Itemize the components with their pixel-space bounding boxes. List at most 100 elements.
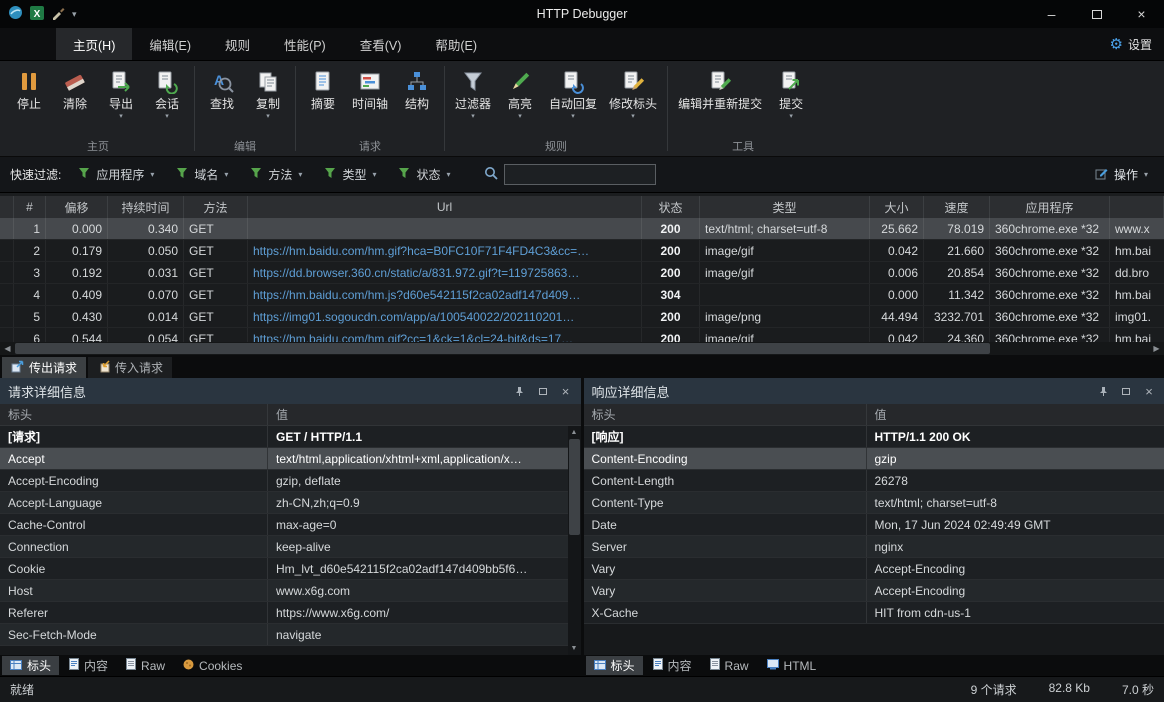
structure-button[interactable]: 结构 xyxy=(394,63,440,138)
edit-resubmit-button[interactable]: 编辑并重新提交 xyxy=(672,63,768,138)
tab-incoming-requests[interactable]: 传入请求 xyxy=(88,357,172,378)
brush-icon[interactable] xyxy=(51,6,65,23)
pin-icon[interactable] xyxy=(513,384,527,398)
column-size[interactable]: 大小 xyxy=(870,196,924,218)
close-icon[interactable]: × xyxy=(559,384,573,398)
app-logo-icon[interactable] xyxy=(8,5,23,23)
column-application[interactable]: 应用程序 xyxy=(990,196,1110,218)
scrollbar-thumb[interactable] xyxy=(15,343,990,354)
menu-tab[interactable]: 规则 xyxy=(208,28,267,60)
pin-icon[interactable] xyxy=(1096,384,1110,398)
column-speed[interactable]: 速度 xyxy=(924,196,990,218)
qat-dropdown-icon[interactable]: ▾ xyxy=(72,9,77,20)
header-row[interactable]: Content-Type text/html; charset=utf-8 xyxy=(584,492,1164,514)
header-row[interactable]: Vary Accept-Encoding xyxy=(584,558,1164,580)
menu-tab[interactable]: 查看(V) xyxy=(343,28,419,60)
restore-icon[interactable] xyxy=(536,384,550,398)
column-offset[interactable]: 偏移 xyxy=(46,196,108,218)
close-button[interactable]: × xyxy=(1119,0,1164,28)
stop-button[interactable]: 停止 xyxy=(6,63,52,138)
header-row[interactable]: Sec-Fetch-Mode navigate xyxy=(0,624,568,646)
column-duration[interactable]: 持续时间 xyxy=(108,196,184,218)
autoreply-button[interactable]: 自动回复 ▾ xyxy=(543,63,603,138)
header-row[interactable]: Vary Accept-Encoding xyxy=(584,580,1164,602)
header-row[interactable]: Accept-Encoding gzip, deflate xyxy=(0,470,568,492)
close-icon[interactable]: × xyxy=(1142,384,1156,398)
tab-content[interactable]: 内容 xyxy=(61,656,116,675)
session-button[interactable]: 会话 ▾ xyxy=(144,63,190,138)
table-row[interactable]: 1 0.000 0.340 GET 200 text/html; charset… xyxy=(0,218,1164,240)
header-row[interactable]: Connection keep-alive xyxy=(0,536,568,558)
clear-button[interactable]: 清除 xyxy=(52,63,98,138)
header-row[interactable]: Accept-Language zh-CN,zh;q=0.9 xyxy=(0,492,568,514)
column-host[interactable] xyxy=(1110,196,1164,218)
scrollbar-track[interactable] xyxy=(15,342,1149,355)
column-type[interactable]: 类型 xyxy=(700,196,870,218)
menu-tab[interactable]: 编辑(E) xyxy=(132,28,208,60)
find-button[interactable]: A 查找 xyxy=(199,63,245,138)
tab-outgoing-requests[interactable]: 传出请求 xyxy=(2,357,86,378)
header-row[interactable]: Accept text/html,application/xhtml+xml,a… xyxy=(0,448,568,470)
column-number[interactable]: # xyxy=(14,196,46,218)
horizontal-scrollbar[interactable]: ◀ ▶ xyxy=(0,342,1164,355)
timeline-button[interactable]: 时间轴 xyxy=(346,63,394,138)
header-row[interactable]: [响应] HTTP/1.1 200 OK xyxy=(584,426,1164,448)
header-row[interactable]: X-Cache HIT from cdn-us-1 xyxy=(584,602,1164,624)
header-row[interactable]: Date Mon, 17 Jun 2024 02:49:49 GMT xyxy=(584,514,1164,536)
column-status[interactable]: 状态 xyxy=(642,196,700,218)
table-row[interactable]: 5 0.430 0.014 GET https://img01.sogoucdn… xyxy=(0,306,1164,328)
menu-tab[interactable]: 性能(P) xyxy=(267,28,343,60)
filter-dropdown-type[interactable]: 类型 ▾ xyxy=(319,163,381,186)
search-input[interactable] xyxy=(504,164,656,185)
excel-export-icon[interactable]: X xyxy=(30,6,44,23)
filter-dropdown-application[interactable]: 应用程序 ▾ xyxy=(73,163,159,186)
minimize-button[interactable]: – xyxy=(1029,0,1074,28)
filter-dropdown-status[interactable]: 状态 ▾ xyxy=(393,163,455,186)
export-button[interactable]: 导出 ▾ xyxy=(98,63,144,138)
column-header[interactable]: 标头 xyxy=(584,404,867,425)
tab-headers[interactable]: 标头 xyxy=(2,656,59,675)
header-row[interactable]: Cookie Hm_lvt_d60e542115f2ca02adf147d409… xyxy=(0,558,568,580)
tab-content[interactable]: 内容 xyxy=(645,656,700,675)
header-row[interactable]: Server nginx xyxy=(584,536,1164,558)
table-row[interactable]: 6 0.544 0.054 GET https://hm.baidu.com/h… xyxy=(0,328,1164,342)
column-value[interactable]: 值 xyxy=(268,404,581,425)
filter-dropdown-domain[interactable]: 域名 ▾ xyxy=(171,163,233,186)
column-method[interactable]: 方法 xyxy=(184,196,248,218)
header-row[interactable]: [请求] GET / HTTP/1.1 xyxy=(0,426,568,448)
summary-button[interactable]: 摘要 xyxy=(300,63,346,138)
menu-tab[interactable]: 帮助(E) xyxy=(418,28,494,60)
header-row[interactable]: Cache-Control max-age=0 xyxy=(0,514,568,536)
maximize-button[interactable] xyxy=(1074,0,1119,28)
tab-raw[interactable]: Raw xyxy=(118,656,173,675)
copy-button[interactable]: 复制 ▾ xyxy=(245,63,291,138)
tab-headers[interactable]: 标头 xyxy=(586,656,643,675)
scroll-right-icon[interactable]: ▶ xyxy=(1149,342,1164,355)
table-row[interactable]: 4 0.409 0.070 GET https://hm.baidu.com/h… xyxy=(0,284,1164,306)
scroll-left-icon[interactable]: ◀ xyxy=(0,342,15,355)
menu-tab[interactable]: 主页(H) xyxy=(56,28,132,60)
table-row[interactable]: 3 0.192 0.031 GET https://dd.browser.360… xyxy=(0,262,1164,284)
action-dropdown[interactable]: 操作 ▾ xyxy=(1095,166,1154,183)
tab-html[interactable]: HTML xyxy=(759,656,825,675)
scrollbar-thumb[interactable] xyxy=(569,439,580,535)
header-row[interactable]: Referer https://www.x6g.com/ xyxy=(0,602,568,624)
vertical-scrollbar[interactable]: ▲ ▼ xyxy=(568,426,581,655)
header-row[interactable]: Content-Encoding gzip xyxy=(584,448,1164,470)
column-header[interactable]: 标头 xyxy=(0,404,268,425)
scroll-up-icon[interactable]: ▲ xyxy=(568,426,581,439)
header-row[interactable]: Host www.x6g.com xyxy=(0,580,568,602)
header-row[interactable]: Content-Length 26278 xyxy=(584,470,1164,492)
settings-button[interactable]: ⚙ 设置 xyxy=(1110,28,1164,60)
filter-dropdown-method[interactable]: 方法 ▾ xyxy=(245,163,307,186)
scroll-down-icon[interactable]: ▼ xyxy=(568,642,581,655)
highlight-button[interactable]: 高亮 ▾ xyxy=(497,63,543,138)
tab-raw[interactable]: Raw xyxy=(702,656,757,675)
filter-button[interactable]: 过滤器 ▾ xyxy=(449,63,497,138)
modify-headers-button[interactable]: 修改标头 ▾ xyxy=(603,63,663,138)
tab-cookies[interactable]: Cookies xyxy=(175,656,250,675)
restore-icon[interactable] xyxy=(1119,384,1133,398)
submit-button[interactable]: 提交 ▾ xyxy=(768,63,814,138)
column-value[interactable]: 值 xyxy=(867,404,1164,425)
column-url[interactable]: Url xyxy=(248,196,642,218)
